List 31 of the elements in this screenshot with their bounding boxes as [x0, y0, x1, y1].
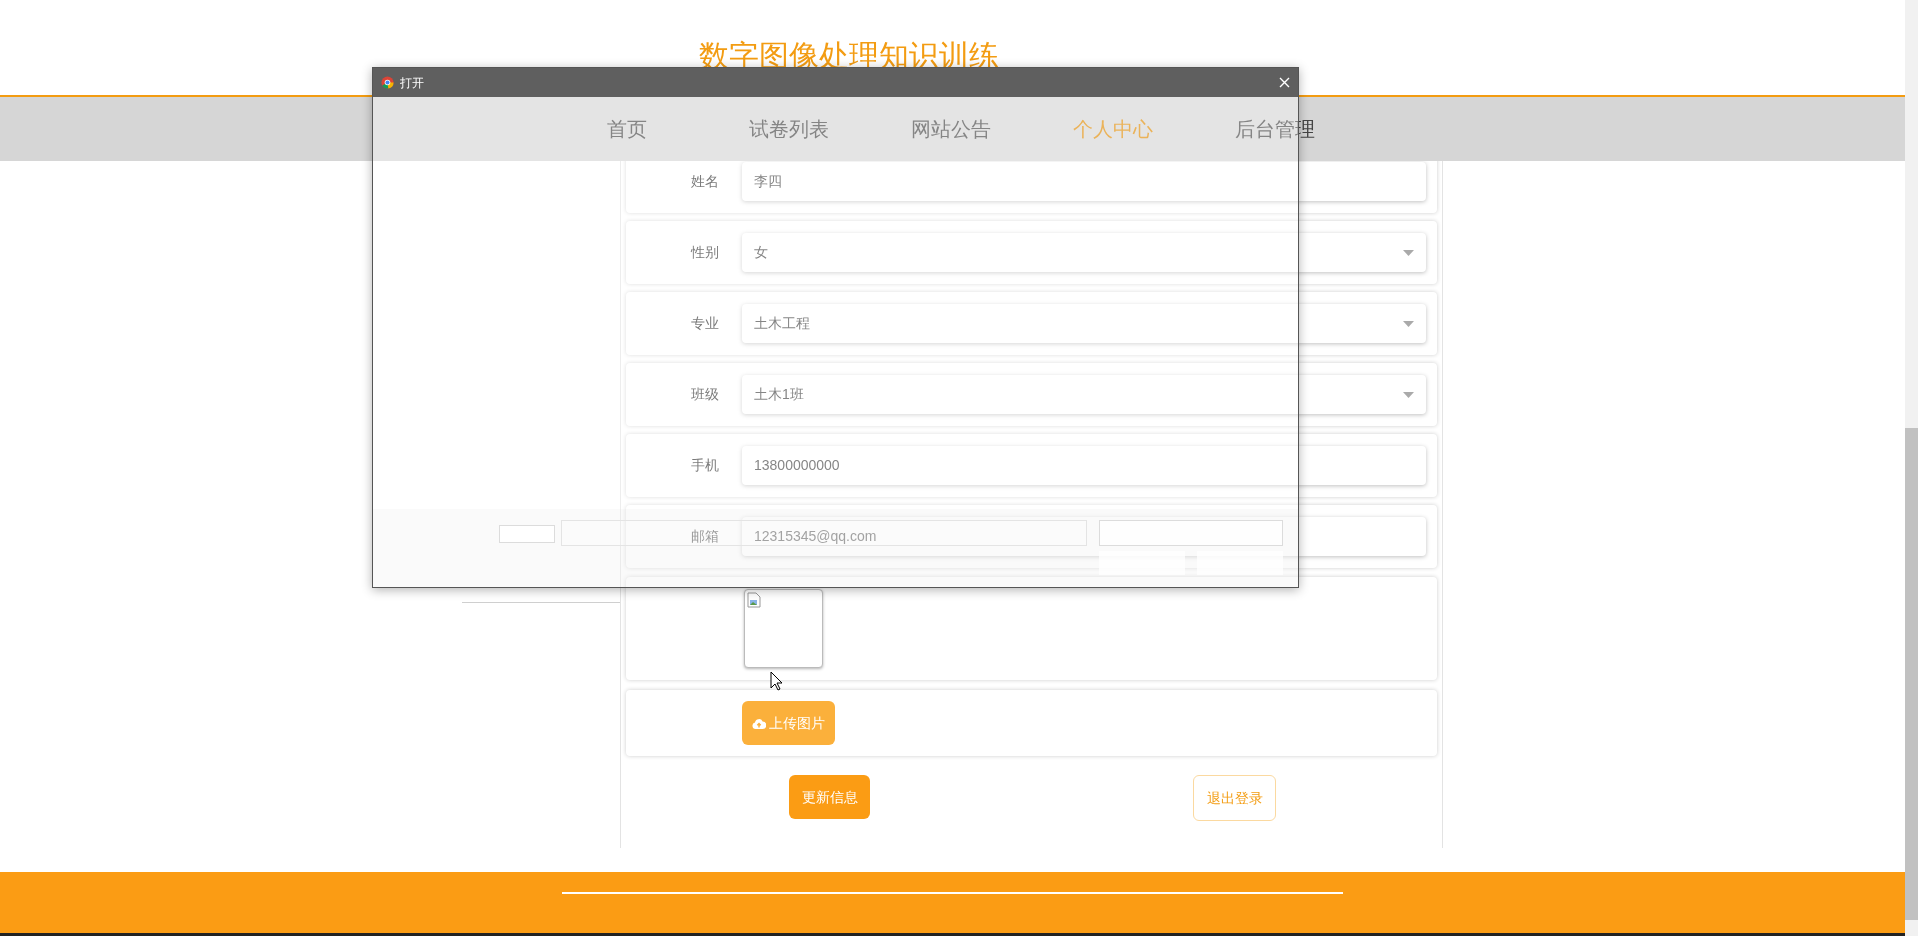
dialog-title: 打开 [400, 74, 425, 92]
scrollbar[interactable] [1905, 0, 1918, 936]
file-name-label [499, 525, 555, 543]
field-label: 专业 [690, 314, 720, 333]
input-field[interactable]: 李四 [742, 162, 1426, 201]
select-field[interactable]: 土木1班 [742, 375, 1426, 414]
logout-button[interactable]: 退出登录 [1193, 775, 1276, 821]
open-button[interactable] [1099, 551, 1185, 575]
nav-link[interactable]: 网站公告 [870, 114, 1032, 144]
cancel-button[interactable] [1197, 551, 1283, 575]
dropdown-caret-icon [1403, 391, 1414, 398]
field-label: 性别 [689, 243, 720, 262]
field-label: 邮箱 [690, 527, 720, 546]
input-field[interactable]: 13800000000 [742, 446, 1426, 485]
field-label: 姓名 [690, 172, 720, 191]
cloud-upload-icon [752, 717, 766, 729]
close-icon[interactable] [1279, 77, 1290, 88]
nav-link[interactable]: 个人中心 [1032, 114, 1194, 144]
select-field[interactable]: 女 [742, 233, 1426, 272]
dropdown-caret-icon [1403, 320, 1414, 327]
upload-button[interactable]: 上传图片 [742, 701, 835, 745]
field-label: 班级 [690, 385, 720, 404]
update-button[interactable]: 更新信息 [789, 775, 870, 819]
browser-logo-icon [381, 76, 394, 89]
nav-link[interactable]: 首页 [546, 114, 708, 144]
dropdown-caret-icon [1403, 249, 1414, 256]
broken-image-icon [744, 589, 823, 668]
nav-link[interactable]: 试卷列表 [708, 114, 870, 144]
field-label: 手机 [690, 456, 720, 475]
select-field[interactable]: 土木工程 [742, 304, 1426, 343]
file-type-field[interactable] [1099, 520, 1283, 546]
